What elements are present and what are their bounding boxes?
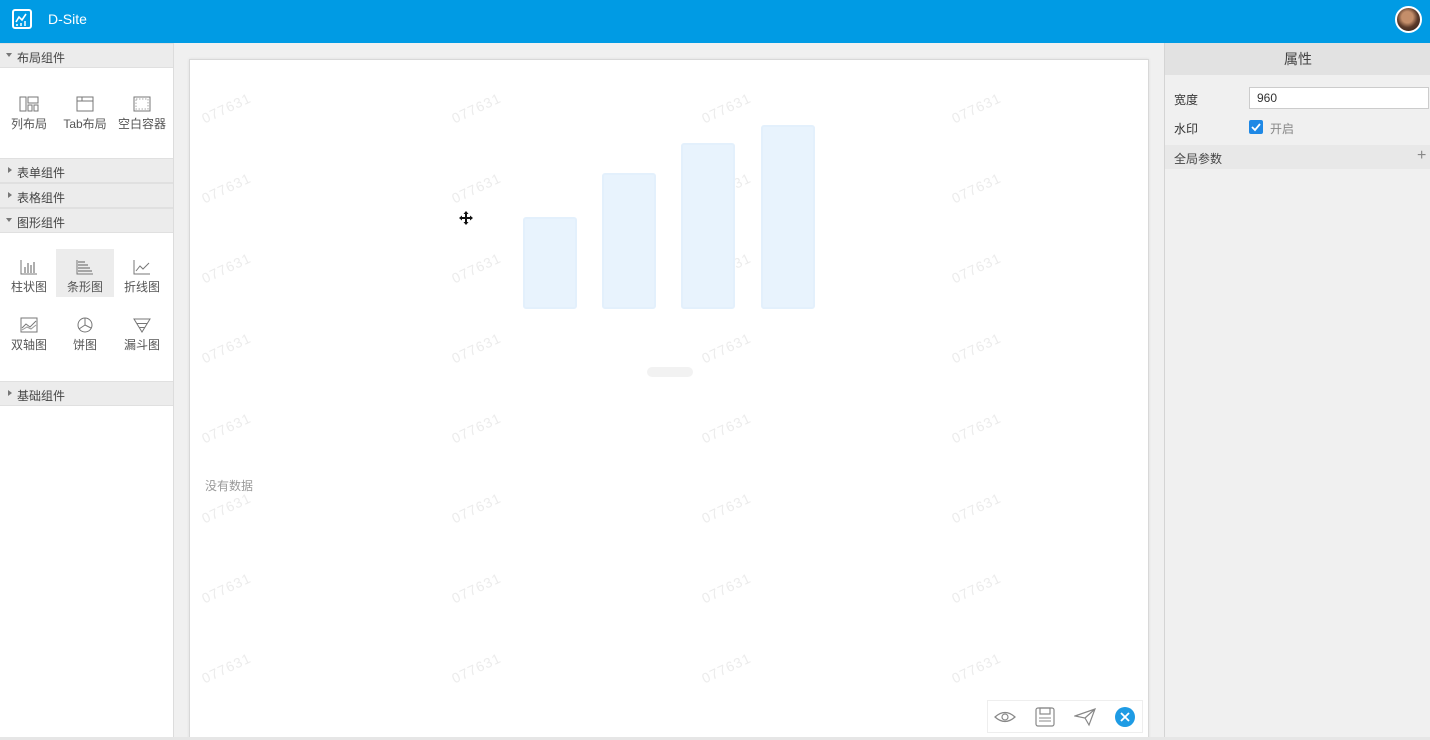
component-line-chart[interactable]: 折线图: [113, 249, 171, 297]
eye-icon[interactable]: [994, 707, 1016, 727]
watermark-text: 077631: [949, 169, 1004, 207]
watermark-checkbox[interactable]: [1249, 120, 1263, 134]
placeholder-bar: [523, 217, 577, 309]
chart-pager: [647, 367, 693, 377]
component-funnel-chart[interactable]: 漏斗图: [113, 307, 171, 355]
funnel-chart-icon: [133, 318, 151, 333]
group-header-form[interactable]: 表单组件: [0, 158, 173, 183]
placeholder-bar: [602, 173, 656, 309]
chevron-down-icon: [6, 218, 12, 222]
width-label: 宽度: [1174, 93, 1199, 107]
watermark-text: 077631: [949, 329, 1004, 367]
watermark-text: 077631: [199, 249, 254, 287]
watermark-text: 077631: [699, 89, 754, 127]
watermark-text: 077631: [699, 489, 754, 527]
component-column-layout[interactable]: 列布局: [0, 86, 58, 134]
chevron-right-icon: [8, 167, 12, 173]
app-title: D-Site: [48, 11, 87, 27]
send-icon[interactable]: [1074, 707, 1096, 727]
placeholder-bar: [761, 125, 815, 309]
top-bar: D-Site: [0, 0, 1430, 43]
watermark-text: 077631: [949, 569, 1004, 607]
dual-axis-chart-icon: [20, 317, 38, 333]
component-bar-chart[interactable]: 条形图: [56, 249, 114, 297]
global-params-label: 全局参数: [1174, 152, 1223, 166]
bar-chart-icon: [76, 260, 93, 275]
watermark-text: 077631: [699, 409, 754, 447]
canvas-toolbar: [987, 700, 1143, 733]
watermark-text: 077631: [449, 169, 504, 207]
pie-chart-icon: [77, 317, 93, 333]
watermark-label: 水印: [1174, 122, 1199, 136]
add-global-param-icon[interactable]: +: [1417, 148, 1426, 164]
watermark-text: 077631: [949, 409, 1004, 447]
watermark-text: 077631: [699, 649, 754, 687]
watermark-option-label: 开启: [1270, 122, 1295, 136]
width-input[interactable]: [1249, 87, 1429, 109]
app-logo-icon[interactable]: [12, 9, 32, 29]
group-header-basic[interactable]: 基础组件: [0, 381, 173, 406]
line-chart-icon: [133, 260, 150, 275]
group-header-layout[interactable]: 布局组件: [0, 43, 173, 68]
watermark-text: 077631: [449, 409, 504, 447]
column-chart-icon: [20, 260, 37, 275]
watermark-text: 077631: [949, 649, 1004, 687]
component-column-chart[interactable]: 柱状图: [0, 249, 58, 297]
column-layout-icon: [19, 96, 39, 112]
properties-panel: 属性 宽度 水印 开启 全局参数 +: [1164, 43, 1430, 740]
save-icon[interactable]: [1034, 707, 1056, 727]
watermark-text: 077631: [449, 329, 504, 367]
component-sidebar: 布局组件 列布局 Tab布局 空白容器 表单组件 表格组件 图形组件 柱状图 条…: [0, 43, 174, 740]
watermark-text: 077631: [949, 89, 1004, 127]
watermark-text: 077631: [199, 409, 254, 447]
watermark-text: 077631: [449, 489, 504, 527]
user-avatar[interactable]: [1395, 6, 1422, 33]
group-header-chart[interactable]: 图形组件: [0, 208, 173, 233]
watermark-text: 077631: [449, 89, 504, 127]
watermark-text: 077631: [199, 329, 254, 367]
chevron-right-icon: [8, 192, 12, 198]
watermark-text: 077631: [449, 249, 504, 287]
watermark-text: 077631: [699, 569, 754, 607]
blank-container-icon: [133, 96, 151, 112]
watermark-text: 077631: [949, 249, 1004, 287]
design-area: 077631 077631 077631 077631 077631 077631 0776…: [174, 43, 1164, 740]
chevron-down-icon: [6, 53, 12, 57]
component-dual-axis-chart[interactable]: 双轴图: [0, 307, 58, 355]
component-pie-chart[interactable]: 饼图: [56, 307, 114, 355]
watermark-text: 077631: [949, 489, 1004, 527]
component-tab-layout[interactable]: Tab布局: [56, 86, 114, 134]
group-header-table[interactable]: 表格组件: [0, 183, 173, 208]
design-canvas[interactable]: 077631 077631 077631 077631 077631 077631 0776…: [189, 59, 1149, 740]
watermark-text: 077631: [699, 329, 754, 367]
properties-title: 属性: [1165, 43, 1430, 75]
chevron-right-icon: [8, 390, 12, 396]
watermark-text: 077631: [449, 649, 504, 687]
close-icon[interactable]: [1115, 707, 1135, 727]
watermark-text: 077631: [199, 649, 254, 687]
component-blank-container[interactable]: 空白容器: [113, 86, 171, 134]
tab-layout-icon: [76, 96, 94, 112]
move-cursor-icon: [459, 211, 473, 225]
watermark-text: 077631: [449, 569, 504, 607]
watermark-text: 077631: [199, 569, 254, 607]
watermark-text: 077631: [199, 89, 254, 127]
watermark-text: 077631: [199, 169, 254, 207]
global-params-row: 全局参数 +: [1165, 145, 1430, 169]
watermark-text: 077631: [199, 489, 254, 527]
placeholder-bar: [681, 143, 735, 309]
empty-data-text: 没有数据: [205, 479, 254, 493]
